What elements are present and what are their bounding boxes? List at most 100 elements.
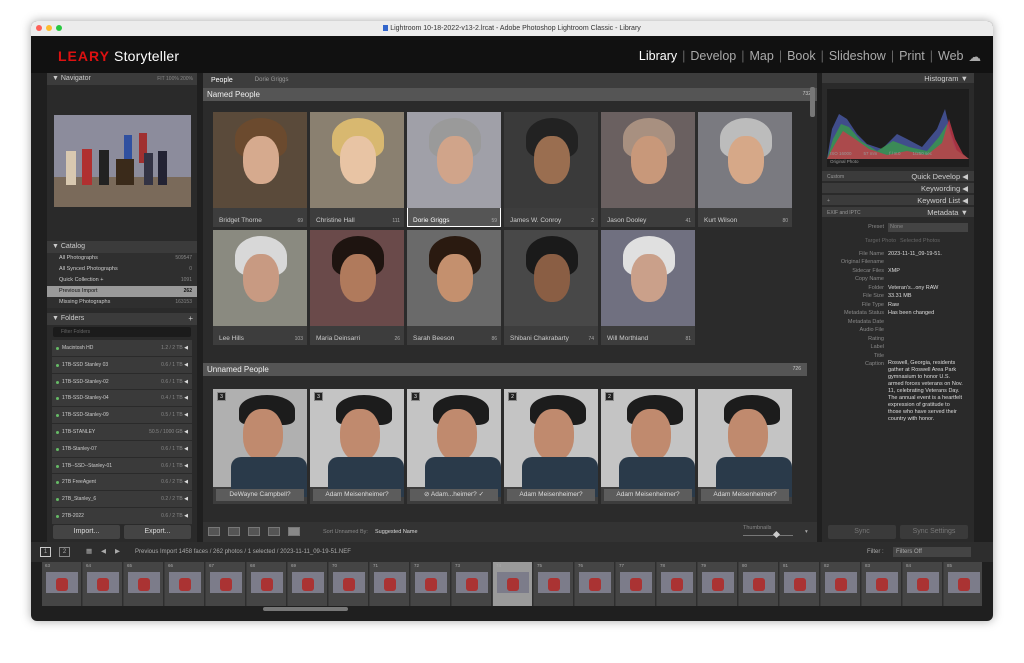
zoom-options[interactable]: FIT 100% 200% bbox=[157, 73, 193, 85]
filmstrip-thumbnail[interactable]: 66 bbox=[165, 562, 205, 606]
volume-item[interactable]: 1TB-STANLEY 50.5 / 1000 GB bbox=[52, 423, 192, 441]
person-stack[interactable]: Sarah Beeson 86 bbox=[407, 230, 501, 345]
module-web[interactable]: Web bbox=[938, 49, 963, 64]
saved-preset-select[interactable]: Custom bbox=[827, 171, 844, 183]
sync-settings-button[interactable]: Sync Settings bbox=[900, 525, 968, 539]
filmstrip-thumbnail[interactable]: 80 bbox=[739, 562, 779, 606]
metadata-value[interactable]: Raw bbox=[888, 301, 974, 310]
metadata-value[interactable]: Roswell, Georgia, residents gather at Ro… bbox=[888, 360, 974, 460]
volume-item[interactable]: 1TB-SSD Stanley 03 0.6 / 1 TB bbox=[52, 356, 192, 374]
filmstrip-thumbnail[interactable]: 65 bbox=[124, 562, 164, 606]
compare-view-icon[interactable] bbox=[248, 527, 260, 536]
metadata-value[interactable]: XMP bbox=[888, 267, 974, 276]
people-view-icon[interactable] bbox=[288, 527, 300, 536]
catalog-item[interactable]: All Synced Photographs 0 bbox=[47, 264, 197, 275]
person-stack[interactable]: Kurt Wilson 80 bbox=[698, 112, 792, 227]
metadata-value[interactable]: Veteran's...ony RAW bbox=[888, 284, 974, 293]
thumbnail-slider-handle[interactable] bbox=[772, 530, 781, 539]
filmstrip-thumbnail[interactable]: 70 bbox=[329, 562, 369, 606]
person-stack[interactable]: Jason Dooley 41 bbox=[601, 112, 695, 227]
volume-item[interactable]: 1TB-Stanley-07 0.6 / 1 TB bbox=[52, 440, 192, 458]
filmstrip-thumbnail[interactable]: 77 bbox=[616, 562, 656, 606]
grid-nav-icon[interactable]: ▦ bbox=[86, 542, 92, 562]
module-print[interactable]: Print bbox=[899, 49, 925, 64]
filmstrip-scrollbar[interactable] bbox=[263, 607, 348, 611]
quick-develop-header[interactable]: Custom Quick Develop ◀ bbox=[822, 171, 974, 183]
close-window-button[interactable] bbox=[36, 25, 42, 31]
filmstrip-source-status[interactable]: Previous Import 1458 faces / 262 photos … bbox=[135, 542, 351, 562]
selected-photos-button[interactable]: Selected Photos bbox=[900, 238, 966, 244]
metadata-value[interactable] bbox=[888, 258, 974, 267]
grid-scrollbar[interactable] bbox=[810, 87, 815, 117]
person-stack[interactable]: Maria Deinsarri 26 bbox=[310, 230, 404, 345]
filmstrip-thumbnail[interactable]: 84 bbox=[903, 562, 943, 606]
filmstrip-thumbnail[interactable]: 76 bbox=[575, 562, 615, 606]
histogram-header[interactable]: Histogram ▼ bbox=[822, 73, 974, 85]
suggested-name-field[interactable]: Adam Meisenheimer? bbox=[313, 489, 401, 501]
metadata-view-select[interactable]: EXIF and IPTC bbox=[827, 207, 861, 219]
navigator-header[interactable]: ▼ Navigator FIT 100% 200% bbox=[47, 73, 197, 85]
zoom-window-button[interactable] bbox=[56, 25, 62, 31]
metadata-value[interactable] bbox=[888, 335, 974, 344]
unnamed-face-stack[interactable]: Adam Meisenheimer? bbox=[698, 389, 792, 504]
back-arrow-icon[interactable]: ◀ bbox=[101, 542, 106, 562]
sort-select[interactable]: Suggested Name bbox=[375, 522, 418, 542]
original-photo-label[interactable]: Original Photo bbox=[830, 159, 859, 164]
cloud-icon[interactable]: ☁ bbox=[969, 49, 982, 64]
catalog-header[interactable]: ▼ Catalog bbox=[47, 241, 197, 253]
filmstrip-thumbnail[interactable]: 83 bbox=[862, 562, 902, 606]
unnamed-people-header[interactable]: Unnamed People 726 bbox=[203, 363, 807, 376]
filmstrip-thumbnail[interactable]: 82 bbox=[821, 562, 861, 606]
volume-item[interactable]: 2TB_Stanley_6 0.2 / 2 TB bbox=[52, 491, 192, 508]
filmstrip-thumbnail[interactable]: 63 bbox=[42, 562, 82, 606]
navigator-preview[interactable] bbox=[54, 115, 191, 207]
unnamed-face-stack[interactable]: 2 Adam Meisenheimer? bbox=[504, 389, 598, 504]
volume-item[interactable]: 2TB FreeAgent 0.6 / 2 TB bbox=[52, 474, 192, 492]
named-people-header[interactable]: Named People 732 bbox=[203, 88, 817, 101]
volume-item[interactable]: 1TB--SSD--Stanley-01 0.6 / 1 TB bbox=[52, 457, 192, 475]
main-window-button[interactable]: 1 bbox=[40, 547, 51, 557]
export-button[interactable]: Export... bbox=[124, 525, 191, 539]
person-stack[interactable]: Lee Hills 103 bbox=[213, 230, 307, 345]
people-tab[interactable]: People bbox=[211, 73, 233, 88]
metadata-value[interactable]: 2023-11-11_09-19-51. bbox=[888, 250, 974, 259]
filmstrip-thumbnail[interactable]: 68 bbox=[247, 562, 287, 606]
suggested-name-field[interactable]: ⊘ Adam...heimer? ✓ bbox=[410, 489, 498, 501]
suggested-name-field[interactable]: Adam Meisenheimer? bbox=[604, 489, 692, 501]
confirm-suggestion-icon[interactable]: ✓ bbox=[477, 491, 484, 498]
person-stack[interactable]: James W. Conroy 2 bbox=[504, 112, 598, 227]
toolbar-menu-icon[interactable]: ▾ bbox=[805, 522, 808, 542]
filmstrip-thumbnail[interactable]: 71 bbox=[370, 562, 410, 606]
survey-view-icon[interactable] bbox=[268, 527, 280, 536]
module-slideshow[interactable]: Slideshow bbox=[829, 49, 886, 64]
unnamed-face-stack[interactable]: 2 Adam Meisenheimer? bbox=[601, 389, 695, 504]
filmstrip-thumbnail[interactable]: 78 bbox=[657, 562, 697, 606]
forward-arrow-icon[interactable]: ▶ bbox=[115, 542, 120, 562]
metadata-value[interactable] bbox=[888, 326, 974, 335]
filter-select[interactable]: Filters Off bbox=[893, 547, 971, 557]
filmstrip-thumbnail[interactable]: 72 bbox=[411, 562, 451, 606]
metadata-value[interactable] bbox=[888, 352, 974, 361]
volume-item[interactable]: 1TB-SSD-Stanley-09 0.5 / 1 TB bbox=[52, 407, 192, 424]
catalog-item[interactable]: Missing Photographs 163153 bbox=[47, 297, 197, 308]
metadata-preset-select[interactable]: None bbox=[888, 223, 968, 232]
person-stack[interactable]: Bridget Thorne 69 bbox=[213, 112, 307, 227]
metadata-value[interactable]: 33.31 MB bbox=[888, 292, 974, 301]
metadata-value[interactable] bbox=[888, 318, 974, 327]
reject-suggestion-icon[interactable]: ⊘ bbox=[424, 491, 431, 498]
unnamed-face-stack[interactable]: 3 ⊘ Adam...heimer? ✓ bbox=[407, 389, 501, 504]
filmstrip-thumbnail[interactable]: 85 bbox=[944, 562, 982, 606]
person-stack[interactable]: Will Morthland 81 bbox=[601, 230, 695, 345]
catalog-item[interactable]: All Photographs 509547 bbox=[47, 253, 197, 264]
filmstrip-thumbnail[interactable]: 74 bbox=[493, 562, 533, 606]
catalog-item[interactable]: Previous Import 262 bbox=[47, 286, 197, 297]
module-develop[interactable]: Develop bbox=[690, 49, 736, 64]
filmstrip-thumbnail[interactable]: 73 bbox=[452, 562, 492, 606]
catalog-item[interactable]: Quick Collection + 1091 bbox=[47, 275, 197, 286]
unnamed-face-stack[interactable]: 3 Adam Meisenheimer? bbox=[310, 389, 404, 504]
person-stack[interactable]: Dorie Griggs 59 bbox=[407, 112, 501, 227]
import-button[interactable]: Import... bbox=[53, 525, 120, 539]
filmstrip-thumbnail[interactable]: 69 bbox=[288, 562, 328, 606]
keyword-list-header[interactable]: + Keyword List ◀ bbox=[822, 195, 974, 207]
suggested-name-field[interactable]: Adam Meisenheimer? bbox=[507, 489, 595, 501]
